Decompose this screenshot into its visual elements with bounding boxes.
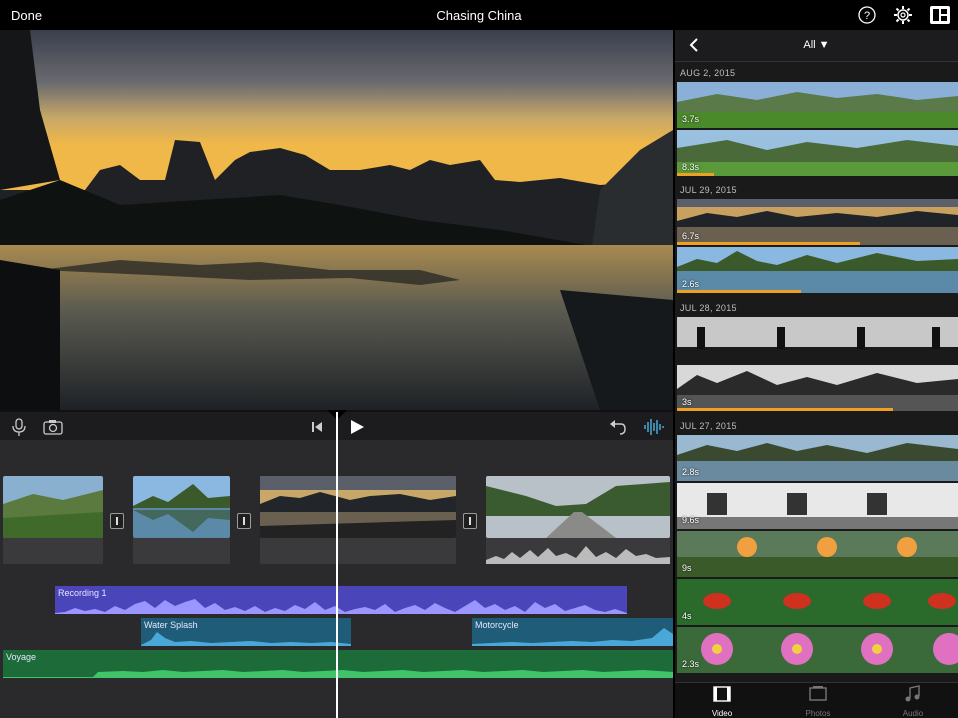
music-note-icon — [905, 685, 920, 702]
filter-dropdown[interactable]: All ▼ — [675, 39, 958, 51]
media-clip[interactable]: 6.7s — [677, 199, 958, 245]
clip-duration: 9s — [682, 563, 692, 573]
transition-button[interactable] — [463, 513, 477, 529]
gear-icon[interactable] — [893, 5, 913, 25]
clip-duration: 6.7s — [682, 231, 700, 241]
help-icon[interactable]: ? — [857, 5, 877, 25]
microphone-icon[interactable] — [8, 417, 30, 437]
clip-duration: 8.3s — [682, 162, 700, 172]
audio-track-voyage[interactable]: Voyage — [3, 650, 673, 678]
clip-used-indicator — [677, 408, 894, 411]
transition-button[interactable] — [110, 513, 124, 529]
media-clip[interactable] — [677, 317, 958, 363]
project-title: Chasing China — [436, 8, 522, 23]
date-header: AUG 2, 2015 — [680, 68, 736, 78]
media-clip[interactable]: 2.6s — [677, 247, 958, 293]
media-clip[interactable]: 9.6s — [677, 483, 958, 529]
photos-icon — [809, 686, 827, 701]
tab-audio[interactable]: Audio — [878, 685, 948, 718]
audio-track-water-splash[interactable]: Water Splash — [141, 618, 351, 646]
clip-audio-strip — [260, 538, 456, 564]
tab-video[interactable]: Video — [687, 685, 757, 718]
tab-photos[interactable]: Photos — [783, 685, 853, 718]
transition-button[interactable] — [237, 513, 251, 529]
timeline-clip[interactable] — [3, 476, 103, 538]
playhead[interactable] — [336, 412, 338, 718]
media-clip[interactable]: 3s — [677, 365, 958, 411]
media-clip[interactable]: 2.8s — [677, 435, 958, 481]
audio-track-recording[interactable]: Recording 1 — [55, 586, 627, 614]
browser-tab-bar: Video Photos Audio — [675, 682, 958, 718]
clip-duration: 2.6s — [682, 279, 700, 289]
clip-duration: 2.3s — [682, 659, 700, 669]
play-icon[interactable] — [346, 417, 368, 437]
clip-duration: 4s — [682, 611, 692, 621]
media-clip[interactable]: 2.3s — [677, 627, 958, 673]
browser-header: All ▼ — [675, 30, 958, 62]
tab-label: Audio — [902, 709, 924, 718]
project-browser-icon[interactable] — [929, 5, 951, 25]
clip-duration: 9.6s — [682, 515, 700, 525]
clip-used-indicator — [677, 242, 860, 245]
clip-duration: 3s — [682, 397, 692, 407]
undo-icon[interactable] — [606, 417, 628, 437]
clip-duration: 2.8s — [682, 467, 700, 477]
top-bar: Done Chasing China ? — [0, 0, 958, 30]
timeline-clip[interactable] — [133, 476, 230, 538]
waveform-icon[interactable] — [643, 417, 665, 437]
timeline-clip[interactable] — [260, 476, 456, 538]
audio-track-motorcycle[interactable]: Motorcycle — [472, 618, 673, 646]
date-header: JUL 27, 2015 — [680, 421, 737, 431]
timeline-clip[interactable] — [486, 476, 670, 538]
media-clip[interactable]: 9s — [677, 531, 958, 577]
clip-audio-strip — [133, 538, 230, 564]
film-icon — [713, 686, 731, 702]
svg-text:?: ? — [864, 10, 870, 22]
tab-label: Photos — [805, 709, 831, 718]
media-clip[interactable]: 4s — [677, 579, 958, 625]
tab-label: Video — [711, 709, 733, 718]
clip-duration: 3.7s — [682, 114, 700, 124]
date-header: JUL 29, 2015 — [680, 185, 737, 195]
clip-audio-strip — [3, 538, 103, 564]
clip-used-indicator — [677, 290, 801, 293]
date-header: JUL 28, 2015 — [680, 303, 737, 313]
media-clip[interactable]: 3.7s — [677, 82, 958, 128]
video-viewer[interactable] — [0, 30, 673, 410]
media-clip[interactable]: 8.3s — [677, 130, 958, 176]
media-browser: All ▼ AUG 2, 2015 3.7s 8.3s JUL 29, 2015… — [675, 30, 958, 718]
skip-to-start-icon[interactable] — [306, 417, 328, 437]
clip-used-indicator — [677, 173, 714, 176]
camera-icon[interactable] — [42, 417, 64, 437]
clip-audio-strip — [486, 538, 670, 564]
done-button[interactable]: Done — [11, 8, 42, 23]
